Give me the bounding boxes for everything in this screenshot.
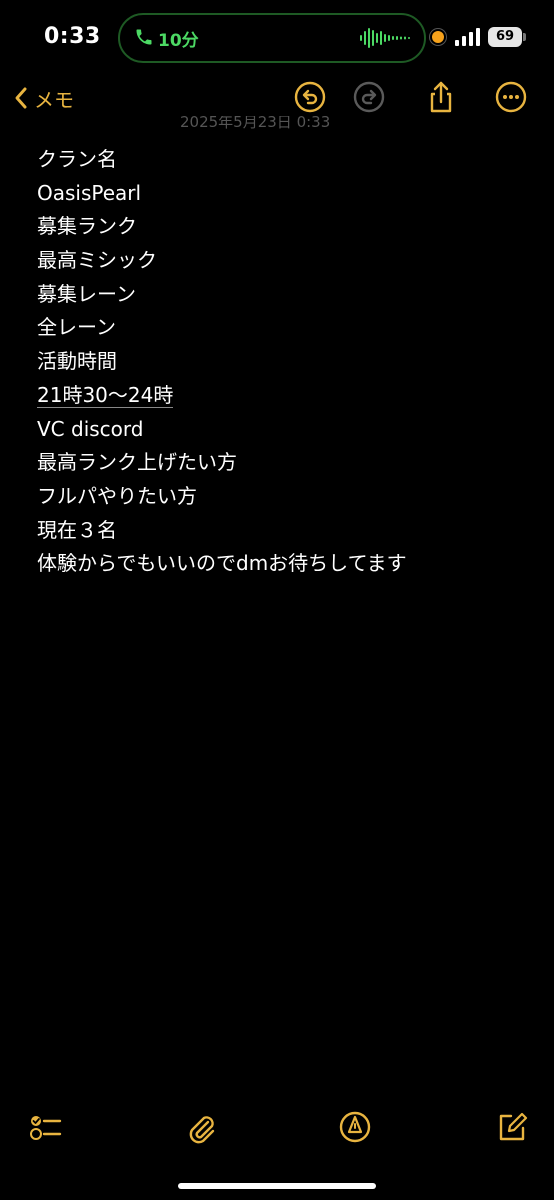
back-label: メモ [34,87,74,112]
phone-icon [136,29,152,45]
note-date: 2025年5月23日 0:33 [180,116,331,129]
note-line: 募集レーン [37,278,524,312]
markup-pen-icon[interactable] [338,1110,372,1144]
share-icon[interactable] [424,80,458,114]
note-line-text: 最高ランク上げたい方 [37,450,237,475]
battery-icon [523,33,526,41]
status-time: 0:33 [44,24,101,49]
note-line-text: 体験からでもいいのでdmお待ちしてます [37,551,407,576]
back-button[interactable]: メモ [14,82,74,114]
note-line: 最高ミシック [37,244,524,278]
battery-level: 69 [488,27,522,47]
note-line: フルパやりたい方 [37,480,524,514]
note-line-text: 現在３名 [37,517,117,542]
note-line: VC discord [37,413,524,447]
note-line: クラン名 [37,143,524,177]
note-line-text: 最高ミシック [37,248,157,273]
redo-icon[interactable] [352,80,386,114]
note-line-text: 募集レーン [37,281,136,306]
note-line-text: 活動時間 [37,349,117,374]
note-line-text: 21時30～24時 [37,382,174,408]
compose-icon[interactable] [495,1110,529,1144]
call-duration: 10分 [158,31,199,51]
note-line-text: フルパやりたい方 [37,483,197,508]
note-body[interactable]: クラン名 OasisPearl 募集ランク最高ミシック 募集レーン全レーン活動時間 21… [37,143,524,581]
note-line: 現在３名 [37,514,524,548]
undo-icon[interactable] [293,80,327,114]
note-line: 21時30～24時 [37,379,524,413]
note-line: 活動時間 [37,345,524,379]
more-icon[interactable] [494,80,528,114]
note-line: 最高ランク上げたい方 [37,446,524,480]
audio-waveform-icon [360,28,410,48]
note-line: 体験からでもいいのでdmお待ちしてます [37,547,524,581]
note-line-text: クラン名 [37,147,117,171]
home-indicator[interactable] [178,1183,376,1189]
note-line: 全レーン [37,311,524,345]
dynamic-island-call[interactable]: 10分 [118,13,426,63]
note-line-text: VC discord [37,416,144,441]
checklist-icon[interactable] [28,1110,62,1144]
cellular-signal-icon [455,28,480,46]
note-line: OasisPearl [37,177,524,211]
note-line-text: 全レーン [37,315,116,340]
recording-indicator-icon [432,31,444,43]
note-line-text: 募集ランク [37,214,137,239]
note-line-text: OasisPearl [37,180,142,205]
chevron-left-icon [15,87,27,109]
note-line: 募集ランク [37,210,524,244]
paperclip-icon[interactable] [184,1110,218,1144]
